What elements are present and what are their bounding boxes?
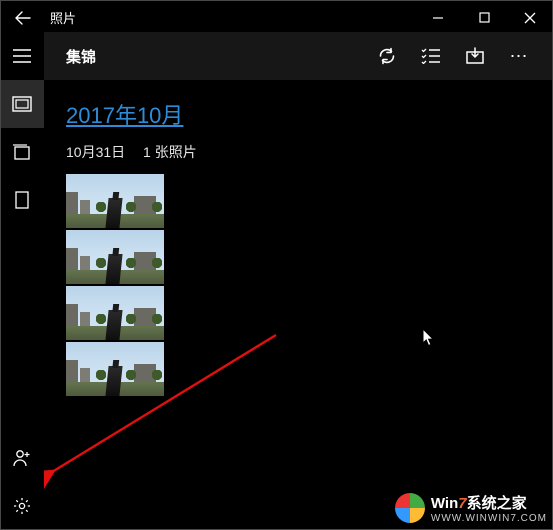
group-header[interactable]: 2017年10月 bbox=[66, 98, 531, 130]
content: 2017年10月 10月31日 1 张照片 bbox=[44, 80, 553, 530]
minimize-icon bbox=[432, 12, 444, 24]
folders-icon bbox=[14, 190, 30, 210]
select-icon bbox=[421, 48, 441, 64]
more-icon: ⋯ bbox=[510, 46, 529, 67]
hamburger-icon bbox=[13, 49, 31, 63]
sidebar bbox=[0, 32, 44, 530]
app-title: 照片 bbox=[46, 8, 76, 27]
photo-thumbnail[interactable] bbox=[66, 342, 164, 396]
import-icon bbox=[465, 47, 485, 65]
minimize-button[interactable] bbox=[415, 3, 461, 32]
page-title: 集锦 bbox=[66, 46, 96, 67]
refresh-button[interactable] bbox=[365, 32, 409, 80]
gear-icon bbox=[13, 497, 31, 515]
close-button[interactable] bbox=[507, 3, 553, 32]
titlebar: 照片 bbox=[0, 0, 553, 32]
maximize-button[interactable] bbox=[461, 3, 507, 32]
group-count: 1 张照片 bbox=[143, 144, 197, 160]
person-add-icon bbox=[12, 449, 32, 467]
back-button[interactable] bbox=[0, 3, 46, 32]
close-icon bbox=[524, 12, 536, 24]
select-button[interactable] bbox=[409, 32, 453, 80]
photo-thumbnail[interactable] bbox=[66, 230, 164, 284]
sidebar-item-albums[interactable] bbox=[0, 128, 44, 176]
thumbnail-grid bbox=[66, 174, 164, 396]
hamburger-button[interactable] bbox=[0, 32, 44, 80]
maximize-icon bbox=[479, 12, 490, 23]
sidebar-item-folders[interactable] bbox=[0, 176, 44, 224]
toolbar: 集锦 ⋯ bbox=[44, 32, 553, 80]
photo-thumbnail[interactable] bbox=[66, 286, 164, 340]
sidebar-item-people[interactable] bbox=[0, 434, 44, 482]
collection-icon bbox=[12, 96, 32, 112]
sidebar-item-settings[interactable] bbox=[0, 482, 44, 530]
group-date: 10月31日 bbox=[66, 144, 125, 160]
import-button[interactable] bbox=[453, 32, 497, 80]
albums-icon bbox=[12, 144, 32, 160]
more-button[interactable]: ⋯ bbox=[497, 32, 541, 80]
photo-thumbnail[interactable] bbox=[66, 174, 164, 228]
group-subheader: 10月31日 1 张照片 bbox=[66, 142, 531, 162]
sidebar-item-collection[interactable] bbox=[0, 80, 44, 128]
arrow-left-icon bbox=[15, 10, 31, 26]
refresh-icon bbox=[377, 46, 397, 66]
main: 集锦 ⋯ 2017年10月 10月31日 1 张 bbox=[44, 32, 553, 530]
